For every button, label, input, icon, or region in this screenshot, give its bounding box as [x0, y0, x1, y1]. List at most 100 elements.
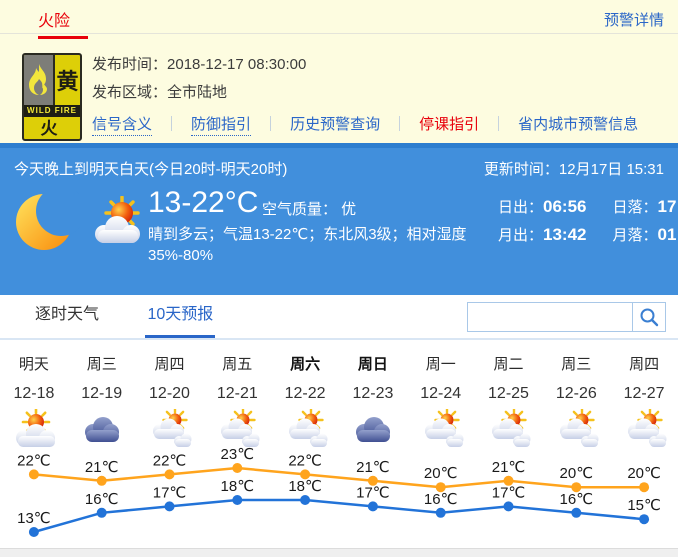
weather-page: 火险 预警详情 黄 WILD FIRE 火 险 发布时间：2018-12-17 … — [0, 0, 678, 557]
forecast-tabbar: 逐时天气 10天预报 — [0, 295, 678, 340]
link-separator: ｜ — [491, 116, 506, 133]
tab-hourly-weather[interactable]: 逐时天气 — [33, 295, 101, 335]
svg-text:22℃: 22℃ — [288, 452, 322, 469]
badge-type-label: 火 险 — [24, 117, 80, 139]
search-button[interactable] — [632, 302, 666, 332]
day-date: 12-22 — [271, 385, 339, 403]
publish-time-label: 发布时间： — [92, 56, 167, 73]
air-quality: 空气质量： 优 — [262, 198, 356, 219]
svg-text:16℃: 16℃ — [424, 491, 458, 508]
day-name: 周六 — [271, 353, 339, 374]
cloud-icon — [68, 408, 136, 452]
svg-text:17℃: 17℃ — [153, 484, 187, 501]
link-separator: ｜ — [392, 116, 407, 133]
warning-links: 信号含义 ｜ 防御指引 ｜ 历史预警查询 ｜ 停课指引 ｜ 省内城市预警信息 — [92, 113, 638, 134]
svg-text:15℃: 15℃ — [627, 497, 661, 514]
sun-clouds-icon — [271, 408, 339, 452]
svg-text:21℃: 21℃ — [492, 459, 526, 476]
link-separator: ｜ — [164, 116, 179, 133]
moonset: 月落：01:19 — [613, 224, 678, 245]
sun-moon-times: 日出：06:56 日落：17:42 月出：13:42 月落：01:19 — [498, 196, 678, 245]
publish-time-value: 2018-12-17 08:30:00 — [167, 56, 306, 73]
day-name: 周四 — [610, 353, 678, 374]
sunset: 日落：17:42 — [613, 196, 678, 217]
moonrise: 月出：13:42 — [498, 224, 587, 245]
link-separator: ｜ — [263, 116, 278, 133]
svg-text:21℃: 21℃ — [356, 459, 390, 476]
svg-text:17℃: 17℃ — [492, 484, 526, 501]
warning-panel: 火险 预警详情 黄 WILD FIRE 火 险 发布时间：2018-12-17 … — [0, 0, 678, 143]
warning-info: 发布时间：2018-12-17 08:30:00 发布区域：全市陆地 — [92, 55, 306, 111]
update-time-value: 12月17日 15:31 — [559, 161, 664, 178]
search-input[interactable] — [467, 302, 632, 332]
svg-text:16℃: 16℃ — [85, 491, 119, 508]
day-date: 12-25 — [475, 385, 543, 403]
day-name: 周三 — [68, 353, 136, 374]
sun-clouds-icon — [407, 408, 475, 452]
sun-clouds-icon — [475, 408, 543, 452]
day-name: 周四 — [136, 353, 204, 374]
badge-level-char: 黄 — [55, 55, 80, 105]
crescent-moon-icon — [14, 190, 80, 259]
tab-ten-day-forecast[interactable]: 10天预报 — [145, 295, 215, 338]
day-date: 12-26 — [542, 385, 610, 403]
badge-en-label: WILD FIRE — [24, 105, 80, 117]
update-time: 更新时间：12月17日 15:31 — [484, 158, 664, 179]
cloud-icon — [339, 408, 407, 452]
day-date: 12-23 — [339, 385, 407, 403]
day-name: 明天 — [0, 353, 68, 374]
sun-clouds-icon — [542, 408, 610, 452]
warning-link[interactable]: 省内城市预警信息 — [518, 116, 638, 133]
day-name: 周三 — [542, 353, 610, 374]
current-weather-panel: 今天晚上到明天白天(今日20时-明天20时) 更新时间：12月17日 15:31 — [0, 143, 678, 295]
svg-text:22℃: 22℃ — [17, 452, 51, 469]
footer-strip — [0, 548, 678, 557]
temperature-range: 13-22°C — [148, 186, 258, 220]
svg-text:13℃: 13℃ — [17, 510, 51, 527]
svg-text:21℃: 21℃ — [85, 459, 119, 476]
warning-link[interactable]: 历史预警查询 — [290, 116, 380, 133]
svg-text:20℃: 20℃ — [424, 465, 458, 482]
sun-cloud-icon — [0, 408, 68, 452]
day-name: 周一 — [407, 353, 475, 374]
warning-link[interactable]: 信号含义 — [92, 116, 152, 136]
sun-clouds-icon — [136, 408, 204, 452]
day-date: 12-18 — [0, 385, 68, 403]
sunrise: 日出：06:56 — [498, 196, 587, 217]
warning-detail-link[interactable]: 预警详情 — [604, 9, 664, 30]
day-date: 12-21 — [203, 385, 271, 403]
day-date: 12-20 — [136, 385, 204, 403]
flame-icon — [24, 55, 55, 105]
search-box — [467, 302, 666, 332]
search-icon — [639, 307, 659, 327]
temp-chart: 22℃21℃22℃23℃22℃21℃20℃21℃20℃20℃13℃16℃17℃1… — [0, 450, 678, 548]
sun-clouds-icon — [610, 408, 678, 452]
svg-text:17℃: 17℃ — [356, 484, 390, 501]
period-title: 今天晚上到明天白天(今日20时-明天20时) — [14, 158, 287, 179]
weather-description: 晴到多云；气温13-22℃；东北风3级；相对湿度35%-80% — [148, 224, 478, 266]
day-name: 周五 — [203, 353, 271, 374]
svg-text:23℃: 23℃ — [221, 446, 255, 463]
publish-area-row: 发布区域：全市陆地 — [92, 83, 306, 102]
day-date: 12-24 — [407, 385, 475, 403]
day-name: 周日 — [339, 353, 407, 374]
svg-text:20℃: 20℃ — [560, 465, 594, 482]
svg-text:18℃: 18℃ — [221, 478, 255, 495]
svg-text:20℃: 20℃ — [627, 465, 661, 482]
day-date: 12-19 — [68, 385, 136, 403]
svg-text:18℃: 18℃ — [288, 478, 322, 495]
update-time-label: 更新时间： — [484, 161, 559, 178]
warning-topbar: 火险 预警详情 — [0, 0, 678, 34]
svg-text:16℃: 16℃ — [560, 491, 594, 508]
publish-area-label: 发布区域： — [92, 84, 167, 101]
publish-area-value: 全市陆地 — [167, 84, 227, 101]
day-name: 周二 — [475, 353, 543, 374]
publish-time-row: 发布时间：2018-12-17 08:30:00 — [92, 55, 306, 74]
warning-link[interactable]: 停课指引 — [419, 116, 479, 133]
fire-warning-badge: 黄 WILD FIRE 火 险 — [22, 53, 82, 141]
svg-text:22℃: 22℃ — [153, 452, 187, 469]
day-date: 12-27 — [610, 385, 678, 403]
sun-behind-cloud-icon — [88, 196, 146, 253]
tab-fire-risk[interactable]: 火险 — [38, 7, 88, 39]
warning-link[interactable]: 防御指引 — [191, 116, 251, 136]
